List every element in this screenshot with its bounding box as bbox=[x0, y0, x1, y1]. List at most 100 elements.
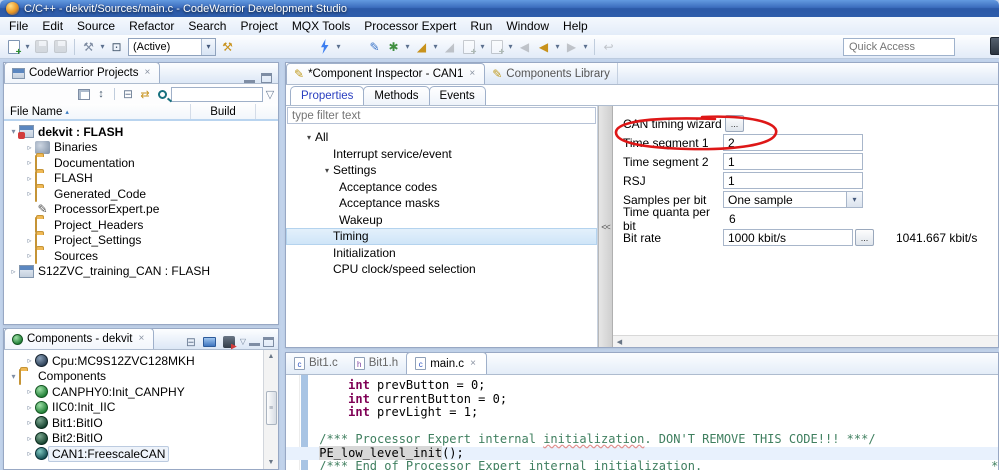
filter-components-icon[interactable] bbox=[202, 334, 218, 349]
tab-components-library[interactable]: Components Library bbox=[485, 63, 618, 84]
link-with-editor-icon[interactable]: ⇄ bbox=[137, 87, 153, 102]
tab-methods[interactable]: Methods bbox=[363, 86, 430, 105]
tree-item-project-headers[interactable]: Project_Headers bbox=[4, 217, 278, 234]
tree-item-components-folder[interactable]: ▾ Components bbox=[4, 368, 278, 385]
tree-item-canphy0[interactable]: ▹ CANPHY0:Init_CANPHY bbox=[4, 384, 278, 400]
new-file-dropdown-icon[interactable] bbox=[23, 38, 32, 55]
import-dropdown-icon[interactable] bbox=[478, 38, 487, 55]
tree-item-flash[interactable]: ▹ FLASH bbox=[4, 170, 278, 187]
scroll-left-icon[interactable]: ◀ bbox=[613, 336, 626, 347]
save-icon[interactable] bbox=[33, 38, 50, 55]
collapse-all-icon[interactable] bbox=[120, 87, 136, 102]
bit-rate-browse-button[interactable]: ... bbox=[855, 229, 874, 246]
samples-per-bit-select[interactable]: One sample bbox=[723, 191, 863, 208]
save-all-icon[interactable] bbox=[52, 38, 69, 55]
bit-rate-input[interactable]: 1000 kbit/s bbox=[723, 229, 853, 246]
chevron-down-icon[interactable] bbox=[846, 192, 862, 207]
tab-bit1-h[interactable]: h Bit1.h bbox=[346, 352, 406, 374]
rsj-input[interactable]: 1 bbox=[723, 172, 863, 189]
code-editor[interactable]: int prevButton = 0; int currentButton = … bbox=[286, 375, 998, 470]
can-timing-wizard-button[interactable]: ... bbox=[725, 115, 744, 132]
tab-properties[interactable]: Properties bbox=[290, 86, 365, 105]
tree-item-bit1[interactable]: ▹ Bit1:BitIO bbox=[4, 415, 278, 431]
tab-component-inspector[interactable]: *Component Inspector - CAN1 bbox=[286, 63, 486, 84]
build-dropdown-icon[interactable] bbox=[98, 38, 107, 55]
menu-help[interactable]: Help bbox=[556, 18, 595, 34]
generate-code-icon[interactable]: ⚒ bbox=[219, 38, 236, 55]
scrollbar-thumb[interactable]: ≡ bbox=[265, 391, 277, 425]
menu-window[interactable]: Window bbox=[499, 18, 556, 34]
menu-run[interactable]: Run bbox=[463, 18, 499, 34]
tree-item-all[interactable]: ▾ All bbox=[286, 129, 597, 146]
tab-codewarrior-projects[interactable]: CodeWarrior Projects bbox=[4, 62, 161, 83]
debug-dropdown-icon[interactable] bbox=[334, 38, 343, 55]
erase-icon[interactable]: ◢ bbox=[413, 38, 430, 55]
scroll-down-icon[interactable]: ▼ bbox=[265, 456, 278, 469]
tree-item-documentation[interactable]: ▹ Documentation bbox=[4, 155, 278, 172]
perspective-switcher-icon[interactable] bbox=[990, 37, 999, 55]
forward-dropdown-icon[interactable] bbox=[581, 38, 590, 55]
quick-access-input[interactable] bbox=[843, 38, 955, 56]
time-segment-2-input[interactable]: 1 bbox=[723, 153, 863, 170]
tree-item-bit2[interactable]: ▹ Bit2:BitIO bbox=[4, 431, 278, 447]
last-edit-location-icon[interactable]: ↩ bbox=[600, 38, 617, 55]
tree-item-binaries[interactable]: ▹ Binaries bbox=[4, 140, 278, 156]
maximize-icon[interactable] bbox=[261, 73, 272, 83]
tree-item-acceptance-codes[interactable]: Acceptance codes bbox=[286, 179, 597, 196]
close-icon[interactable] bbox=[467, 68, 477, 80]
tree-item-dekvit[interactable]: ▾ dekvit : FLASH bbox=[4, 124, 278, 140]
code-generation-icon[interactable] bbox=[221, 334, 237, 349]
close-icon[interactable] bbox=[143, 67, 153, 79]
minimize-icon[interactable] bbox=[244, 74, 255, 83]
flash-programmer-icon[interactable]: ✱ bbox=[385, 38, 402, 55]
view-menu-icon[interactable] bbox=[264, 87, 276, 102]
tab-events[interactable]: Events bbox=[428, 86, 486, 105]
column-file-name[interactable]: File Name bbox=[4, 106, 69, 118]
back-icon[interactable]: ◀ bbox=[535, 38, 552, 55]
debug-icon[interactable] bbox=[316, 38, 333, 55]
tree-item-iic0[interactable]: ▹ IIC0:Init_IIC bbox=[4, 400, 278, 416]
menu-edit[interactable]: Edit bbox=[35, 18, 70, 34]
menu-mqx-tools[interactable]: MQX Tools bbox=[285, 18, 357, 34]
tree-item-cpu[interactable]: ▹ Cpu:MC9S12ZVC128MKH bbox=[4, 353, 278, 369]
tree-item-acceptance-masks[interactable]: Acceptance masks bbox=[286, 195, 597, 212]
tree-item-initialization[interactable]: Initialization bbox=[286, 245, 597, 262]
time-segment-1-input[interactable]: 2 bbox=[723, 134, 863, 151]
type-filter-input[interactable] bbox=[287, 107, 596, 124]
tree-item-generated-code[interactable]: ▹ Generated_Code bbox=[4, 186, 278, 203]
erase-dropdown-icon[interactable] bbox=[431, 38, 440, 55]
projects-filter-input[interactable] bbox=[171, 86, 263, 102]
collapse-all-icon[interactable] bbox=[183, 334, 199, 349]
import-file-icon[interactable] bbox=[460, 38, 477, 58]
tree-item-processorexpert-pe[interactable]: ProcessorExpert.pe bbox=[4, 202, 278, 218]
tree-item-cpu-clock[interactable]: CPU clock/speed selection bbox=[286, 261, 597, 278]
export-file-icon[interactable] bbox=[488, 38, 505, 58]
tree-item-timing[interactable]: Timing bbox=[286, 228, 597, 245]
close-icon[interactable] bbox=[136, 333, 146, 345]
horizontal-scrollbar[interactable]: ◀ bbox=[613, 335, 998, 347]
tab-components[interactable]: Components - dekvit bbox=[4, 328, 155, 349]
menu-file[interactable]: File bbox=[2, 18, 35, 34]
build-config-combo[interactable]: (Active) bbox=[128, 37, 216, 56]
minimize-icon[interactable] bbox=[249, 337, 260, 346]
menu-refactor[interactable]: Refactor bbox=[122, 18, 181, 34]
combo-dropdown-icon[interactable] bbox=[201, 38, 215, 55]
menu-processor-expert[interactable]: Processor Expert bbox=[357, 18, 463, 34]
tree-item-project-settings[interactable]: ▹ Project_Settings bbox=[4, 232, 278, 249]
menu-search[interactable]: Search bbox=[181, 18, 233, 34]
build-hammer-icon[interactable]: ⚒ bbox=[80, 38, 97, 55]
tree-item-interrupt[interactable]: Interrupt service/event bbox=[286, 146, 597, 163]
forward-icon[interactable]: ▶ bbox=[563, 38, 580, 55]
maximize-icon[interactable] bbox=[263, 336, 274, 347]
connect-icon[interactable]: ✎ bbox=[366, 38, 383, 55]
tree-item-sources[interactable]: ▹ Sources bbox=[4, 248, 278, 265]
collapse-pane-button[interactable]: << bbox=[598, 106, 613, 347]
close-icon[interactable] bbox=[468, 358, 478, 370]
build-config-icon[interactable]: ⊡ bbox=[108, 38, 125, 55]
flash-programmer-dropdown-icon[interactable] bbox=[403, 38, 412, 55]
tab-bit1-c[interactable]: c Bit1.c bbox=[286, 352, 346, 374]
export-dropdown-icon[interactable] bbox=[506, 38, 515, 55]
menu-project[interactable]: Project bbox=[233, 18, 284, 34]
menu-source[interactable]: Source bbox=[70, 18, 122, 34]
tab-main-c[interactable]: c main.c bbox=[406, 352, 487, 374]
